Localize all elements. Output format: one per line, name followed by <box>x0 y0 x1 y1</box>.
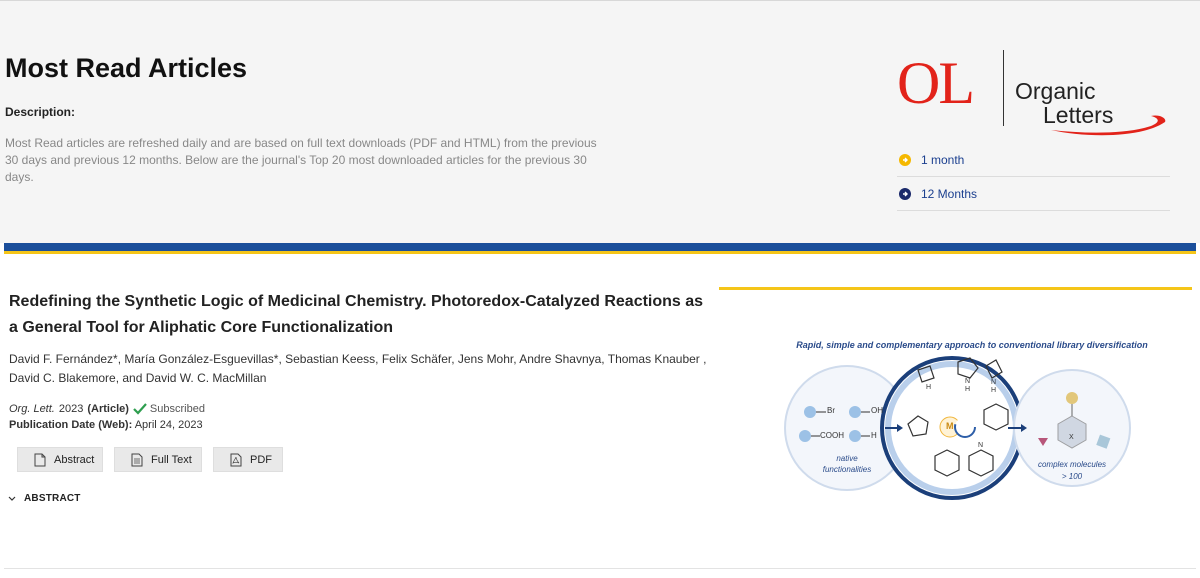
chevron-down-icon <box>8 496 16 501</box>
toc-left-caption-line1: native <box>836 454 858 463</box>
toc-atom-label: N <box>978 442 984 449</box>
page-title: Most Read Articles <box>5 53 248 83</box>
description-text: Most Read articles are refreshed daily a… <box>5 136 597 184</box>
period-label: 12 Months <box>921 187 978 201</box>
logo-abbreviation: OL <box>897 50 975 116</box>
period-label: 1 month <box>921 153 965 167</box>
toc-atom-label: N <box>965 378 971 385</box>
access-badge: Subscribed <box>133 403 205 415</box>
toc-left-label-h: H <box>871 431 877 440</box>
pdf-icon <box>230 453 242 466</box>
pdf-button-label: PDF <box>250 453 272 466</box>
toc-center-badge: M <box>946 421 954 431</box>
toc-atom-label: N <box>991 379 997 386</box>
toc-left-label-br: Br <box>827 406 835 415</box>
logo-swoosh-icon <box>1051 115 1166 136</box>
arrow-right-circle-icon <box>899 188 911 200</box>
logo-divider <box>1003 50 1004 126</box>
publication-date-value: April 24, 2023 <box>134 419 203 431</box>
toc-atom-label: H <box>965 386 971 393</box>
access-label: Subscribed <box>149 403 205 415</box>
toc-divider <box>719 287 1192 290</box>
abstract-toggle-label: ABSTRACT <box>24 493 81 504</box>
article-type: (Article) <box>87 403 129 415</box>
toc-atom-label: X <box>1069 434 1074 441</box>
journal-name: Org. Lett. <box>9 403 55 415</box>
toc-right-caption-line1: complex molecules <box>1037 460 1107 469</box>
period-link-1-month[interactable]: 1 month <box>897 144 1170 177</box>
full-text-icon <box>131 453 143 466</box>
full-text-button[interactable]: Full Text <box>114 447 202 472</box>
abstract-button[interactable]: Abstract <box>17 447 103 472</box>
document-icon <box>34 453 46 466</box>
period-link-12-months[interactable]: 12 Months <box>897 178 1170 211</box>
full-text-button-label: Full Text <box>151 453 192 466</box>
toc-graphic[interactable]: Rapid, simple and complementary approach… <box>772 332 1172 502</box>
journal-logo[interactable]: OL Organic Letters <box>897 46 1169 136</box>
checkmark-icon <box>133 403 147 415</box>
description-label: Description: <box>5 105 76 119</box>
section-divider <box>4 243 1196 254</box>
article-title[interactable]: Redefining the Synthetic Logic of Medici… <box>9 289 709 341</box>
bottom-divider <box>4 568 1196 569</box>
logo-name-line1: Organic <box>1015 78 1096 104</box>
toc-atom-label: H <box>926 384 932 391</box>
pdf-button[interactable]: PDF <box>213 447 283 472</box>
toc-left-label-oh: OH <box>871 406 883 415</box>
publication-date: Publication Date (Web): April 24, 2023 <box>9 419 203 431</box>
toc-left-caption-line2: functionalities <box>822 465 872 474</box>
abstract-toggle[interactable]: ABSTRACT <box>8 493 81 504</box>
article-authors: David F. Fernández*, María González-Esgu… <box>9 352 707 385</box>
article-citation: Org. Lett. 2023 (Article) Subscribed <box>9 403 205 415</box>
toc-atom-label: H <box>991 387 997 394</box>
toc-right-caption-line2: > 100 <box>1061 472 1083 481</box>
article-year: 2023 <box>58 403 84 415</box>
arrow-right-circle-icon <box>899 154 911 166</box>
abstract-button-label: Abstract <box>54 453 95 466</box>
publication-date-label: Publication Date (Web): <box>9 419 133 431</box>
toc-left-label-cooh: COOH <box>820 431 844 440</box>
